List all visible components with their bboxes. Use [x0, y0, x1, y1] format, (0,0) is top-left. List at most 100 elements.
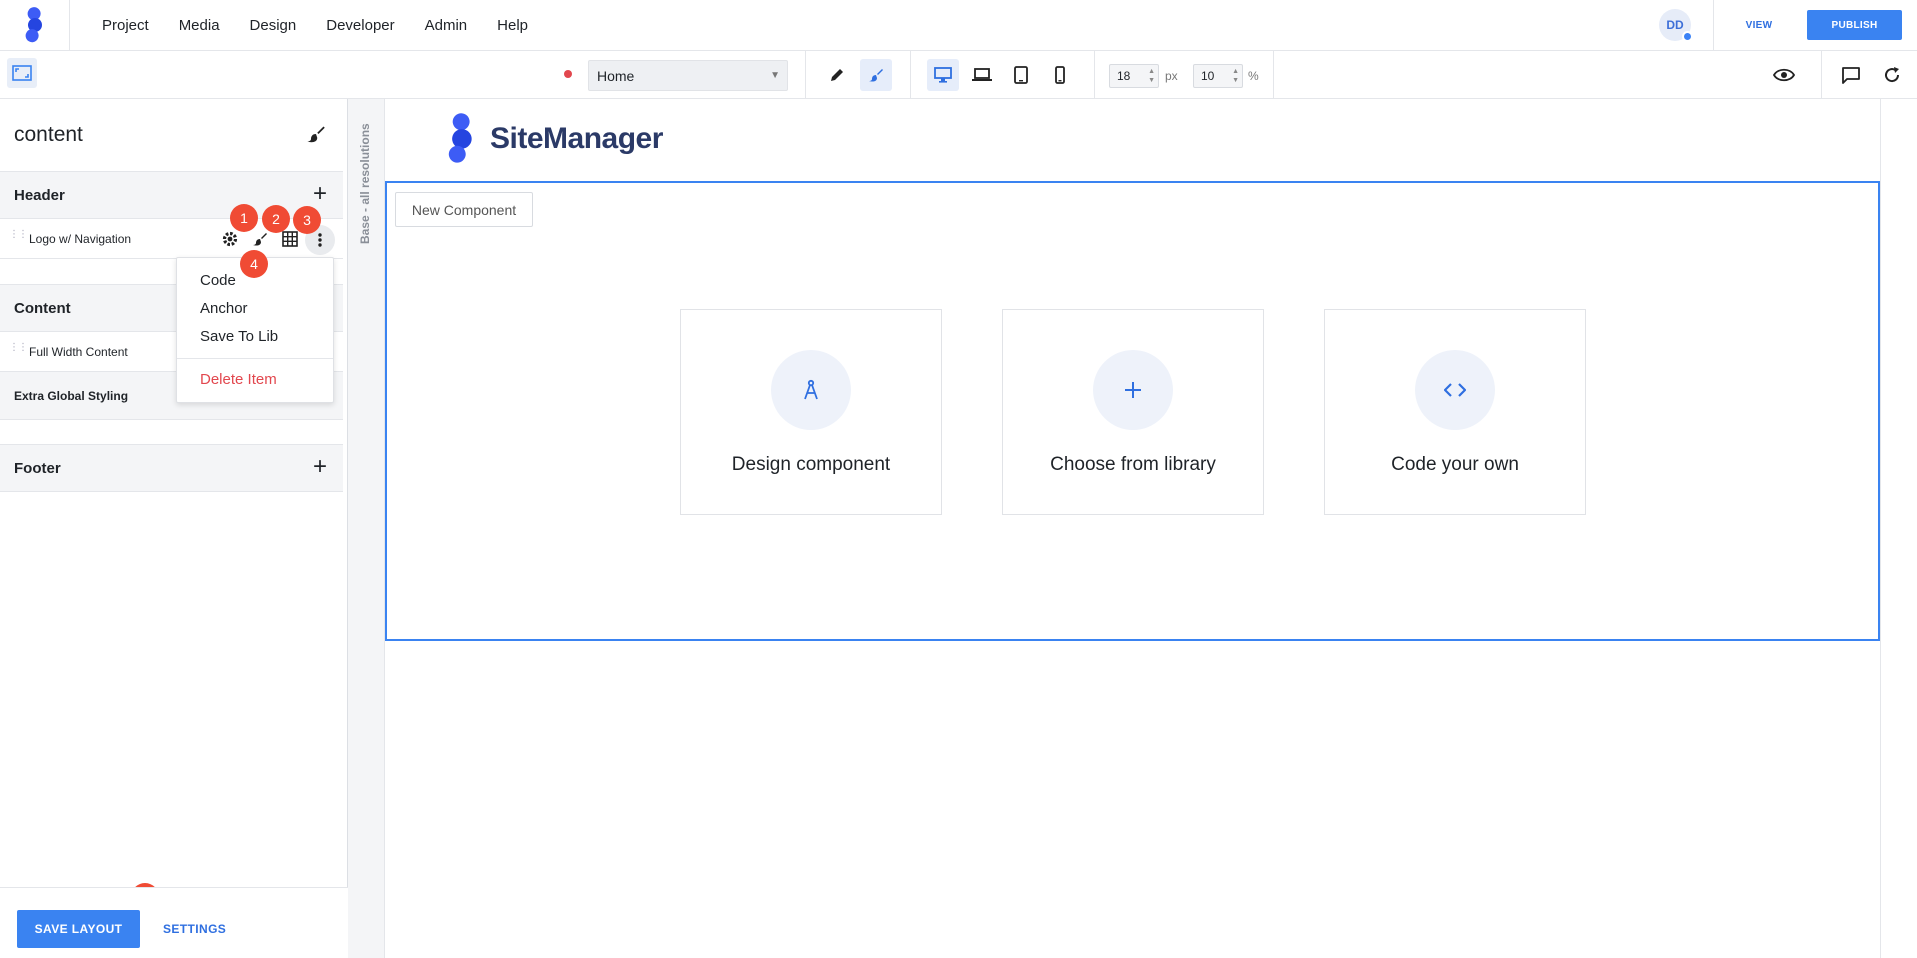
refresh-icon — [1885, 67, 1900, 83]
list-item-label: Full Width Content — [29, 345, 128, 359]
page-select[interactable]: Home ▼ — [588, 60, 788, 91]
section-footer-label: Footer — [14, 460, 61, 477]
divider — [805, 51, 806, 99]
desktop-view-button[interactable] — [927, 59, 959, 91]
canvas-gutter — [1881, 99, 1917, 958]
card-title: Choose from library — [1050, 454, 1216, 475]
card-title: Code your own — [1391, 454, 1519, 475]
style-mode-button[interactable] — [860, 59, 892, 91]
divider — [1094, 51, 1095, 99]
list-item-label: Logo w/ Navigation — [29, 232, 132, 246]
tablet-view-button[interactable] — [1005, 59, 1037, 91]
app-logo[interactable] — [0, 0, 70, 50]
view-button[interactable]: VIEW — [1730, 11, 1788, 39]
gear-icon[interactable] — [219, 228, 241, 250]
divider — [1821, 51, 1822, 99]
publish-button[interactable]: PUBLISH — [1807, 10, 1902, 40]
menu-project[interactable]: Project — [102, 17, 149, 34]
desktop-icon — [934, 67, 952, 83]
section-content-label: Content — [14, 300, 71, 317]
mobile-icon — [1055, 66, 1065, 84]
section-footer: Footer + — [0, 444, 343, 492]
brush-icon — [869, 69, 883, 82]
comments-button[interactable] — [1835, 59, 1867, 91]
edit-mode-button[interactable] — [821, 59, 853, 91]
annotation-badge-4: 4 — [240, 250, 268, 278]
spacing-value: 10 — [1201, 69, 1215, 83]
top-navigation: Project Media Design Developer Admin Hel… — [0, 0, 1917, 51]
drag-handle-icon[interactable]: ⋮⋮ — [9, 343, 28, 353]
avatar-status-dot — [1682, 31, 1693, 42]
menu-item-code[interactable]: Code — [200, 272, 236, 289]
font-size-unit: px — [1165, 69, 1178, 83]
choose-from-library-card[interactable]: Choose from library — [1002, 309, 1264, 515]
card-title: Design component — [731, 454, 891, 475]
sidebar-title: content — [14, 123, 83, 146]
card-icon-circle — [1415, 350, 1495, 430]
more-vertical-icon — [318, 233, 322, 247]
stepper-icon[interactable]: ▲ ▼ — [1148, 67, 1155, 85]
comment-icon — [1842, 67, 1860, 84]
code-your-own-card[interactable]: Code your own — [1324, 309, 1586, 515]
site-logo[interactable]: SiteManager — [444, 113, 663, 165]
pencil-icon — [831, 69, 843, 81]
logo-icon — [25, 7, 42, 43]
spacing-unit: % — [1248, 69, 1259, 83]
card-icon-circle — [1093, 350, 1173, 430]
font-size-input[interactable]: 18 ▲ ▼ — [1109, 64, 1159, 88]
compass-icon — [804, 379, 818, 400]
menu-admin[interactable]: Admin — [425, 17, 468, 34]
divider — [1273, 51, 1274, 99]
menu-developer[interactable]: Developer — [326, 17, 394, 34]
menu-separator — [177, 358, 333, 359]
mobile-view-button[interactable] — [1044, 59, 1076, 91]
section-header: Header + — [0, 171, 343, 219]
menu-help[interactable]: Help — [497, 17, 528, 34]
user-avatar[interactable]: DD — [1659, 9, 1693, 42]
settings-button[interactable]: SETTINGS — [163, 922, 226, 936]
menu-media[interactable]: Media — [179, 17, 220, 34]
brush-icon — [307, 126, 325, 143]
laptop-icon — [972, 68, 992, 81]
resolution-label: Base - all resolutions — [358, 123, 372, 244]
design-component-card[interactable]: Design component — [680, 309, 942, 515]
annotation-badge-3: 3 — [293, 206, 321, 234]
drag-handle-icon[interactable]: ⋮⋮ — [9, 230, 28, 240]
card-icon-circle — [771, 350, 851, 430]
main-menu: Project Media Design Developer Admin Hel… — [102, 0, 558, 50]
menu-item-anchor[interactable]: Anchor — [200, 300, 248, 317]
add-footer-item-icon[interactable]: + — [313, 455, 327, 479]
section-extra-label: Extra Global Styling — [14, 389, 129, 403]
avatar-initials: DD — [1666, 18, 1684, 32]
save-layout-button[interactable]: SAVE LAYOUT — [17, 910, 140, 948]
edit-layout-button[interactable] — [306, 124, 326, 149]
menu-item-save-to-lib[interactable]: Save To Lib — [200, 328, 278, 345]
annotation-badge-2: 2 — [262, 205, 290, 233]
refresh-button[interactable] — [1876, 59, 1908, 91]
preview-button[interactable] — [1768, 59, 1800, 91]
new-component-label[interactable]: New Component — [395, 192, 533, 227]
list-item-logo-navigation[interactable]: ⋮⋮ Logo w/ Navigation — [0, 219, 343, 259]
expand-icon — [12, 65, 32, 81]
editor-toolbar: Home ▼ 18 ▲ ▼ px 10 ▲ ▼ % — [0, 51, 1917, 99]
tablet-icon — [1014, 66, 1028, 84]
fullscreen-toggle-button[interactable] — [7, 58, 37, 88]
site-name: SiteManager — [490, 122, 663, 155]
chevron-down-icon: ▼ — [770, 70, 780, 81]
plus-icon — [1125, 382, 1141, 398]
menu-item-delete[interactable]: Delete Item — [200, 371, 277, 388]
item-context-menu: Code Anchor Save To Lib Delete Item — [176, 257, 334, 403]
stepper-icon[interactable]: ▲ ▼ — [1232, 67, 1239, 85]
page-select-value: Home — [597, 68, 635, 84]
brush-icon[interactable] — [249, 228, 271, 250]
menu-design[interactable]: Design — [250, 17, 297, 34]
divider — [910, 51, 911, 99]
laptop-view-button[interactable] — [966, 59, 998, 91]
logo-icon — [448, 113, 472, 163]
add-header-item-icon[interactable]: + — [313, 182, 327, 206]
section-header-label: Header — [14, 187, 65, 204]
code-icon — [1444, 383, 1466, 397]
eye-icon — [1773, 68, 1795, 82]
spacing-input[interactable]: 10 ▲ ▼ — [1193, 64, 1243, 88]
annotation-badge-1: 1 — [230, 204, 258, 232]
